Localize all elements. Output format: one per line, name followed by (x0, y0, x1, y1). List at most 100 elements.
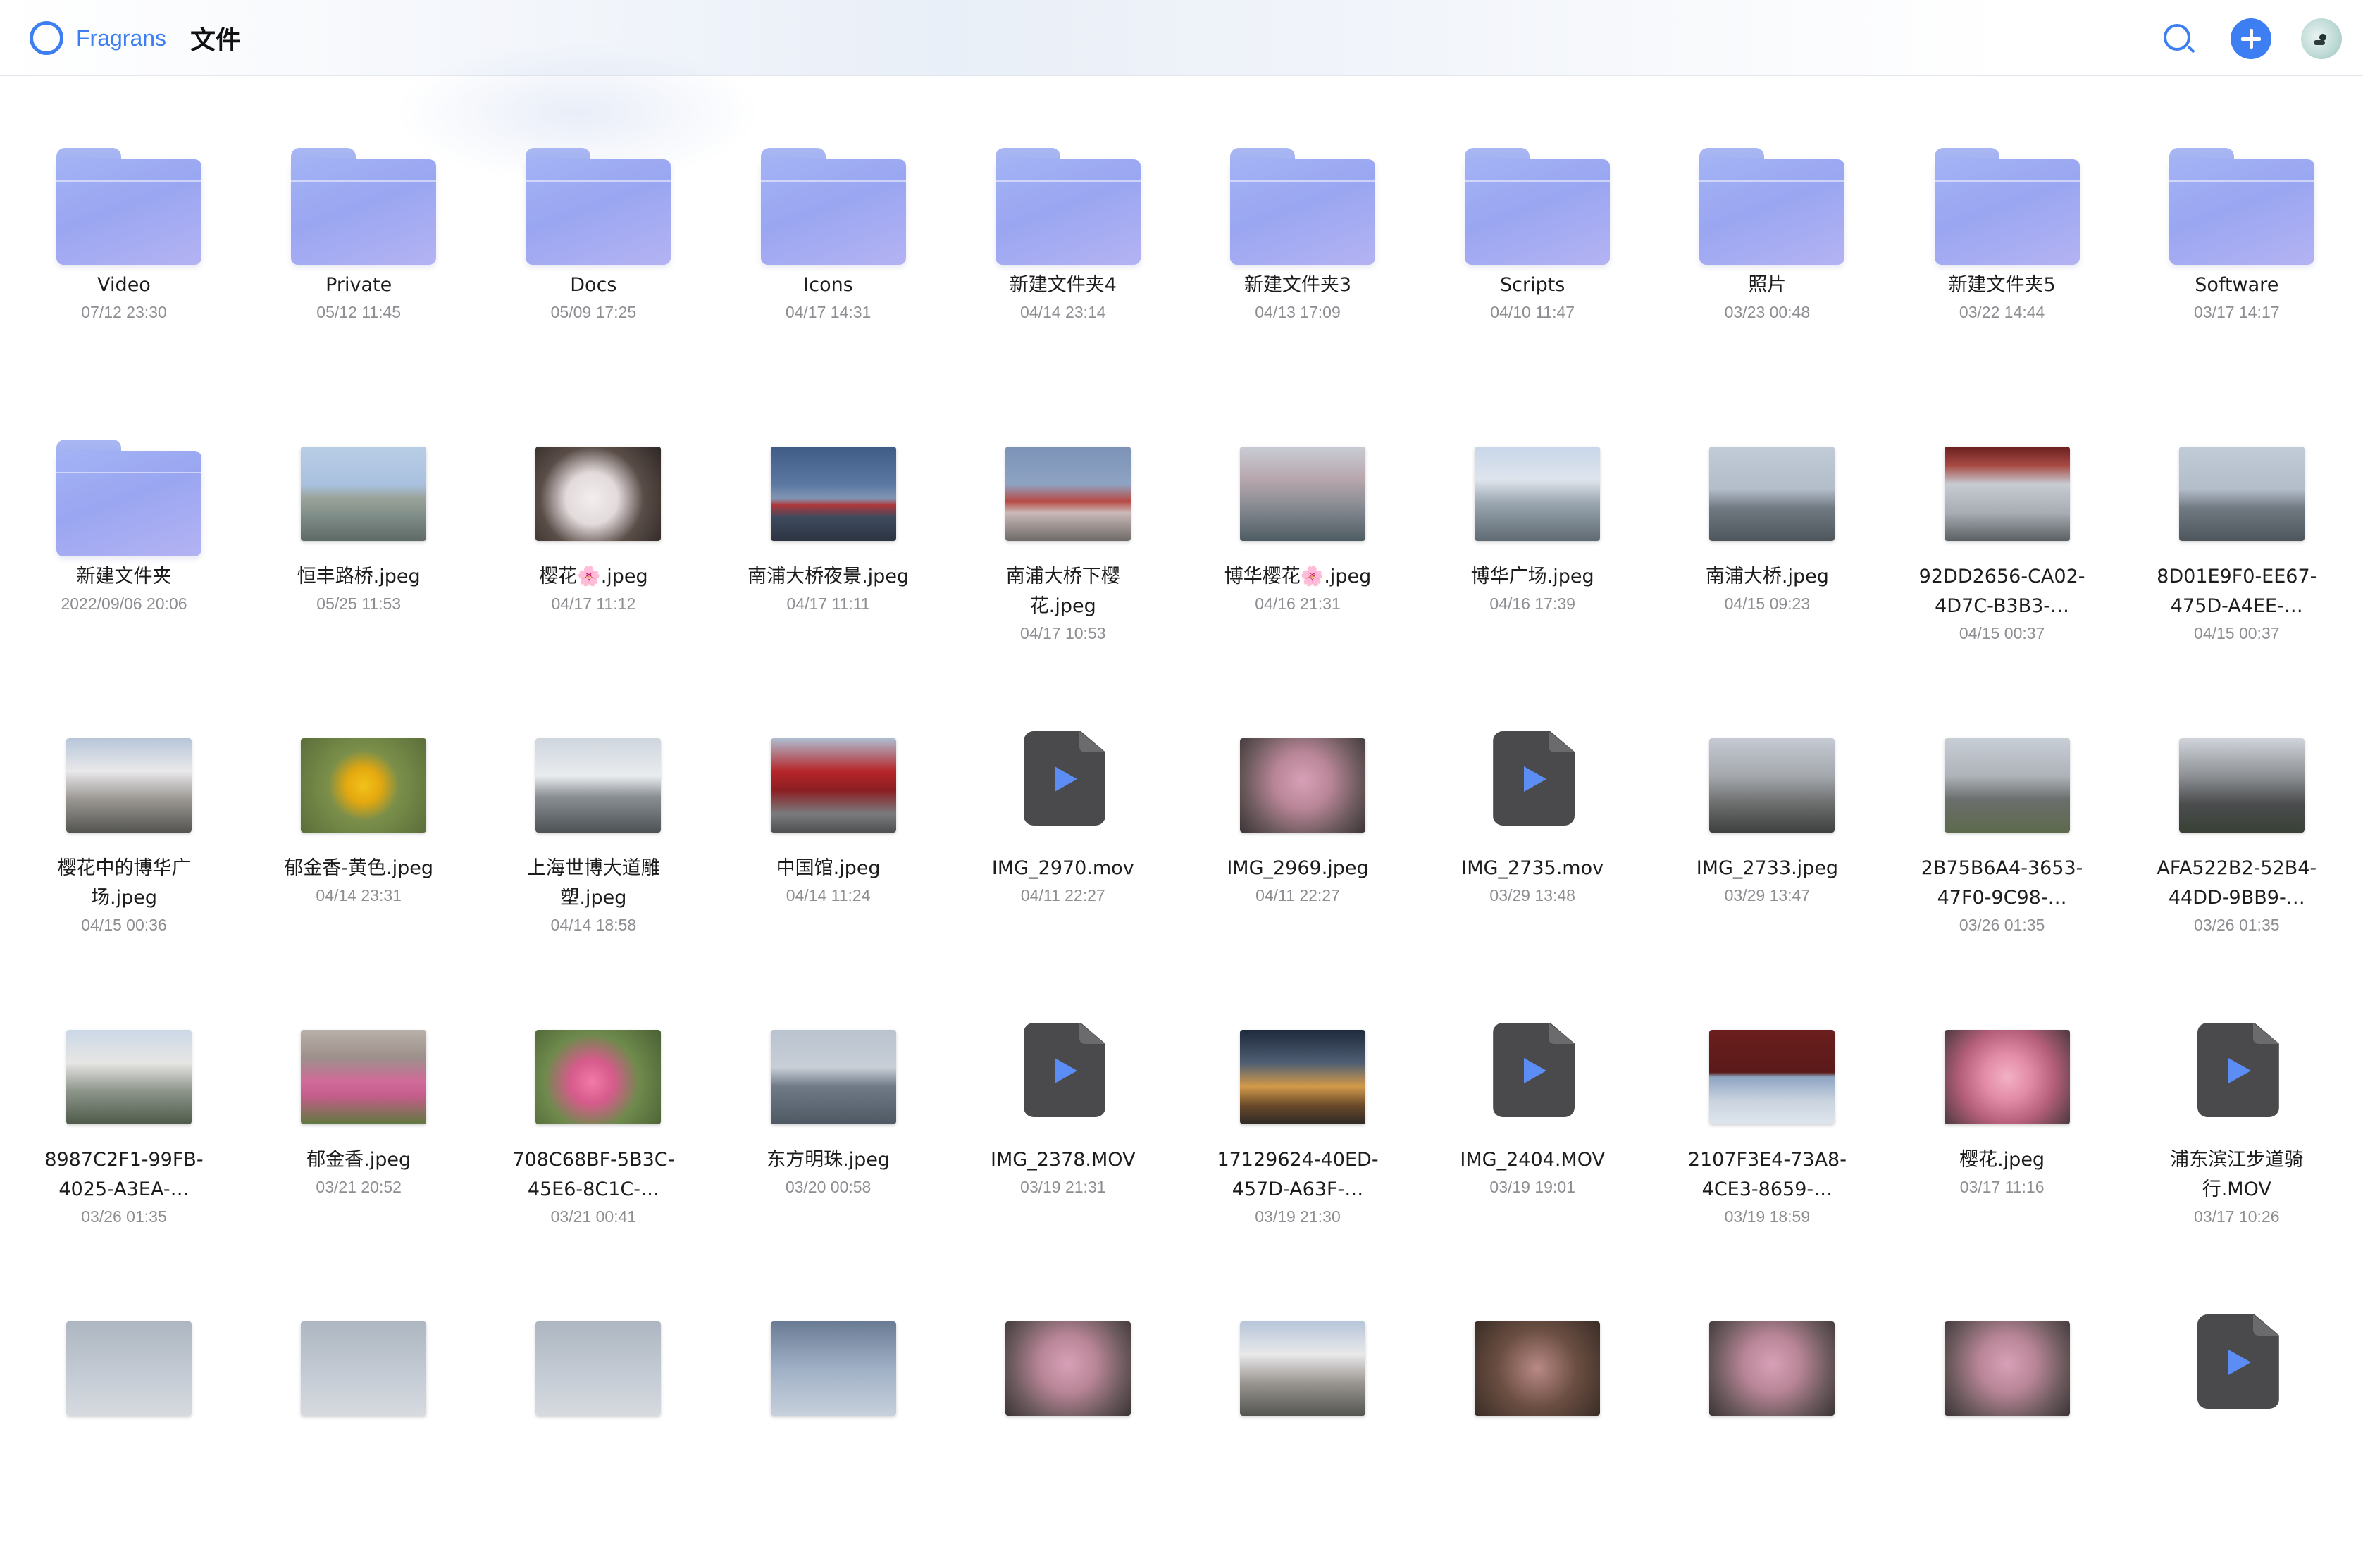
image-file-item[interactable]: 南浦大桥.jpeg 04/15 09:23 (1649, 440, 1885, 693)
file-date: 03/19 21:31 (1020, 1178, 1106, 1196)
top-bar: Fragrans 文件 (0, 0, 2363, 76)
image-file-item[interactable]: 博华广场.jpeg 04/16 17:39 (1415, 440, 1650, 693)
image-file-item[interactable]: 中国馆.jpeg 04/14 11:24 (711, 731, 946, 985)
play-icon (2228, 1058, 2251, 1083)
avatar[interactable] (2301, 18, 2342, 59)
image-thumbnail (1240, 1030, 1365, 1124)
file-date: 03/19 21:30 (1255, 1207, 1341, 1226)
add-button[interactable] (2231, 18, 2271, 59)
image-file-item[interactable]: IMG_2733.jpeg 03/29 13:47 (1649, 731, 1885, 985)
file-name: IMG_2733.jpeg (1696, 857, 1839, 879)
file-date: 04/16 21:31 (1255, 595, 1341, 613)
file-date: 05/25 11:53 (316, 595, 402, 613)
image-file-item[interactable] (241, 1314, 476, 1568)
image-file-item[interactable]: 708C68BF-5B3C- 45E6-8C1C-… 03/21 00:41 (476, 1023, 711, 1276)
folder-item[interactable]: 新建文件夹4 04/14 23:14 (945, 148, 1181, 402)
folder-item[interactable]: Private 05/12 11:45 (241, 148, 476, 402)
image-file-item[interactable]: 92DD2656-CA02- 4D7C-B3B3-… 04/15 00:37 (1885, 440, 2120, 693)
image-file-item[interactable] (711, 1314, 946, 1568)
video-file-icon (1493, 1023, 1575, 1117)
file-name: 92DD2656-CA02- 4D7C-B3B3-… (1918, 566, 2085, 617)
image-thumbnail (535, 447, 662, 541)
image-file-item[interactable] (476, 1314, 711, 1568)
file-name: 17129624-40ED- 457D-A63F-… (1217, 1149, 1379, 1200)
image-file-item[interactable] (1649, 1314, 1885, 1568)
folder-icon (1934, 148, 2080, 265)
brand[interactable]: Fragrans 文件 (30, 21, 241, 55)
image-file-item[interactable] (6, 1314, 242, 1568)
image-file-item[interactable]: 恒丰路桥.jpeg 05/25 11:53 (241, 440, 476, 693)
file-date: 04/11 22:27 (1020, 886, 1105, 904)
file-name: 樱花中的博华广 场.jpeg (57, 857, 191, 909)
image-file-item[interactable]: 17129624-40ED- 457D-A63F-… 03/19 21:30 (1180, 1023, 1415, 1276)
folder-item[interactable]: Docs 05/09 17:25 (476, 148, 711, 402)
image-file-item[interactable]: 郁金香.jpeg 03/21 20:52 (241, 1023, 476, 1276)
image-file-item[interactable]: 樱花.jpeg 03/17 11:16 (1885, 1023, 2120, 1276)
image-thumbnail (1709, 1030, 1835, 1124)
image-file-item[interactable] (945, 1314, 1181, 1568)
image-file-item[interactable]: 2107F3E4-73A8- 4CE3-8659-… 03/19 18:59 (1649, 1023, 1885, 1276)
file-date: 04/17 10:53 (1020, 624, 1106, 642)
file-date: 04/16 17:39 (1489, 595, 1575, 613)
image-file-item[interactable]: 8D01E9F0-EE67- 475D-A4EE-… 04/15 00:37 (2119, 440, 2355, 693)
folder-item[interactable]: 照片 03/23 00:48 (1649, 148, 1885, 402)
file-date: 03/23 00:48 (1724, 303, 1811, 321)
video-file-item[interactable]: IMG_2735.mov 03/29 13:48 (1415, 731, 1650, 985)
file-name: IMG_2970.mov (991, 857, 1134, 879)
image-thumbnail (1240, 738, 1365, 833)
image-file-item[interactable]: 南浦大桥夜景.jpeg 04/17 11:11 (711, 440, 946, 693)
folder-item[interactable]: Video 07/12 23:30 (6, 148, 242, 402)
file-name: Private (325, 274, 392, 296)
image-thumbnail (66, 1030, 192, 1124)
image-thumbnail (1944, 1030, 2070, 1124)
video-file-item[interactable]: 浦东滨江步道骑 行.MOV 03/17 10:26 (2119, 1023, 2355, 1276)
folder-icon (56, 440, 201, 556)
search-button[interactable] (2157, 18, 2198, 59)
file-name: 樱花.jpeg (1959, 1149, 2045, 1171)
image-file-item[interactable]: 樱花中的博华广 场.jpeg 04/15 00:36 (6, 731, 242, 985)
file-name: 南浦大桥夜景.jpeg (748, 566, 910, 587)
image-file-item[interactable] (1885, 1314, 2120, 1568)
video-file-item[interactable]: IMG_2404.MOV 03/19 19:01 (1415, 1023, 1650, 1276)
file-date: 03/26 01:35 (2194, 916, 2280, 934)
image-file-item[interactable]: IMG_2969.jpeg 04/11 22:27 (1180, 731, 1415, 985)
folder-item[interactable]: Software 03/17 14:17 (2119, 148, 2355, 402)
image-thumbnail (770, 1321, 896, 1416)
file-date: 03/21 20:52 (316, 1178, 402, 1196)
image-file-item[interactable]: 2B75B6A4-3653- 47F0-9C98-… 03/26 01:35 (1885, 731, 2120, 985)
file-date: 04/13 17:09 (1255, 303, 1341, 321)
folder-icon (1465, 148, 1611, 265)
image-file-item[interactable]: 8987C2F1-99FB- 4025-A3EA-… 03/26 01:35 (6, 1023, 242, 1276)
file-name: Scripts (1499, 274, 1565, 296)
file-name: 8987C2F1-99FB- 4025-A3EA-… (44, 1149, 204, 1200)
file-name: 2B75B6A4-3653- 47F0-9C98-… (1921, 857, 2083, 909)
image-file-item[interactable]: 上海世博大道雕 塑.jpeg 04/14 18:58 (476, 731, 711, 985)
image-file-item[interactable]: 博华樱花🌸.jpeg 04/16 21:31 (1180, 440, 1415, 693)
file-name: 南浦大桥下樱 花.jpeg (1005, 566, 1120, 617)
file-name: Software (2195, 274, 2279, 296)
image-file-item[interactable]: 南浦大桥下樱 花.jpeg 04/17 10:53 (945, 440, 1181, 693)
folder-item[interactable]: 新建文件夹5 03/22 14:44 (1885, 148, 2120, 402)
file-date: 03/21 00:41 (550, 1207, 637, 1226)
video-file-item[interactable]: IMG_2378.MOV 03/19 21:31 (945, 1023, 1181, 1276)
file-date: 05/09 17:25 (550, 303, 637, 321)
image-file-item[interactable]: 樱花🌸.jpeg 04/17 11:12 (476, 440, 711, 693)
image-file-item[interactable] (1180, 1314, 1415, 1568)
file-name: 博华樱花🌸.jpeg (1224, 566, 1372, 587)
image-file-item[interactable]: 郁金香-黄色.jpeg 04/14 23:31 (241, 731, 476, 985)
video-file-item[interactable] (2119, 1314, 2355, 1568)
folder-item[interactable]: 新建文件夹3 04/13 17:09 (1180, 148, 1415, 402)
image-file-item[interactable]: AFA522B2-52B4- 44DD-9BB9-… 03/26 01:35 (2119, 731, 2355, 985)
file-name: 上海世博大道雕 塑.jpeg (526, 857, 660, 909)
file-name: 照片 (1748, 274, 1787, 296)
video-file-item[interactable]: IMG_2970.mov 04/11 22:27 (945, 731, 1181, 985)
folder-item[interactable]: 新建文件夹 2022/09/06 20:06 (6, 440, 242, 693)
image-file-item[interactable]: 东方明珠.jpeg 03/20 00:58 (711, 1023, 946, 1276)
play-icon (2228, 1350, 2251, 1375)
file-name: 东方明珠.jpeg (767, 1149, 891, 1171)
folder-item[interactable]: Scripts 04/10 11:47 (1415, 148, 1650, 402)
folder-icon (526, 148, 671, 265)
file-date: 04/14 23:31 (316, 886, 402, 904)
folder-item[interactable]: Icons 04/17 14:31 (711, 148, 946, 402)
image-file-item[interactable] (1415, 1314, 1650, 1568)
